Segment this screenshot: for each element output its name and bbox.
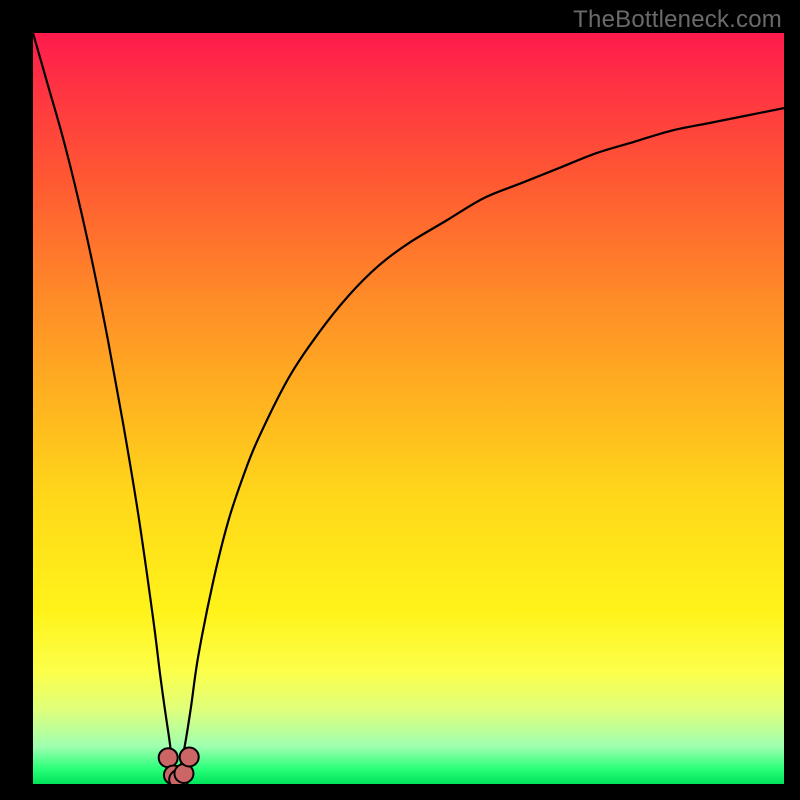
minimum-marker	[180, 747, 199, 766]
curve-minimum-markers	[159, 747, 199, 784]
plot-area	[33, 33, 784, 784]
minimum-marker	[159, 748, 178, 767]
bottleneck-curve	[33, 33, 784, 777]
chart-frame: TheBottleneck.com	[0, 0, 800, 800]
curve-svg	[33, 33, 784, 784]
watermark-text: TheBottleneck.com	[573, 6, 782, 34]
